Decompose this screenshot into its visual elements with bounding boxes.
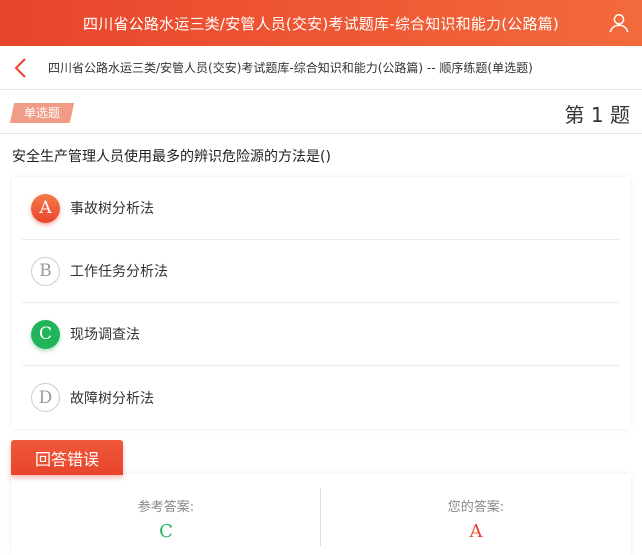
answer-card: 参考答案: C 您的答案: A <box>11 474 631 555</box>
your-answer-value: A <box>469 521 483 542</box>
question-header: 单选题 第 1 题 <box>0 90 642 134</box>
option-b[interactable]: B 工作任务分析法 <box>22 240 620 303</box>
breadcrumb: 四川省公路水运三类/安管人员(交安)考试题库-综合知识和能力(公路篇) -- 顺… <box>0 46 642 90</box>
question-type-badge: 单选题 <box>9 103 75 123</box>
option-c[interactable]: C 现场调查法 <box>22 303 620 366</box>
your-answer-block: 您的答案: A <box>321 474 631 555</box>
option-d-marker: D <box>31 383 60 412</box>
option-a[interactable]: A 事故树分析法 <box>22 177 620 240</box>
option-d[interactable]: D 故障树分析法 <box>22 366 620 429</box>
top-bar: 四川省公路水运三类/安管人员(交安)考试题库-综合知识和能力(公路篇) <box>0 0 642 46</box>
reference-answer-block: 参考答案: C <box>11 474 321 555</box>
app-title: 四川省公路水运三类/安管人员(交安)考试题库-综合知识和能力(公路篇) <box>83 14 559 33</box>
your-answer-label: 您的答案: <box>447 500 505 515</box>
option-d-label: 故障树分析法 <box>70 390 154 407</box>
options-list: A 事故树分析法 B 工作任务分析法 C 现场调查法 D 故障树分析法 <box>12 177 630 429</box>
question-number: 第 1 题 <box>564 103 630 127</box>
option-a-marker: A <box>31 193 60 223</box>
reference-answer-value: C <box>159 521 173 542</box>
option-c-label: 现场调查法 <box>70 327 140 343</box>
breadcrumb-text: 四川省公路水运三类/安管人员(交安)考试题库-综合知识和能力(公路篇) -- 顺… <box>48 61 533 75</box>
answer-status-tab: 回答错误 <box>11 440 123 475</box>
reference-answer-label: 参考答案: <box>137 500 195 515</box>
option-a-label: 事故树分析法 <box>70 201 154 217</box>
option-b-marker: B <box>31 256 60 286</box>
chevron-left-icon[interactable] <box>12 57 32 79</box>
option-c-marker: C <box>31 319 60 349</box>
question-text: 安全生产管理人员使用最多的辨识危险源的方法是() <box>12 149 331 165</box>
option-b-label: 工作任务分析法 <box>70 264 168 280</box>
user-icon[interactable] <box>608 12 630 34</box>
